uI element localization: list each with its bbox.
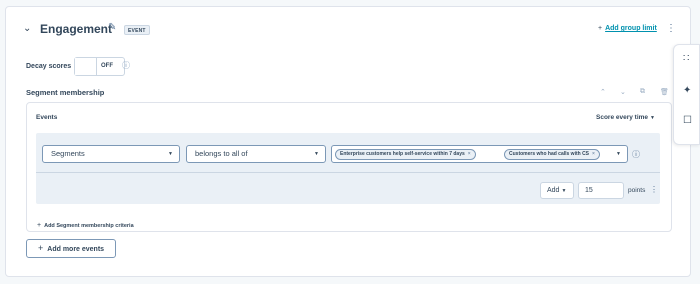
info-icon[interactable]: ⓘ xyxy=(632,149,640,160)
close-icon[interactable]: × xyxy=(592,151,595,157)
segments-select[interactable]: Segments ▼ xyxy=(42,145,180,163)
close-icon[interactable]: × xyxy=(468,151,471,157)
criteria-row: Segments ▼ belongs to all of ▼ Enterpris… xyxy=(36,133,660,204)
toggle-knob xyxy=(75,58,97,75)
score-every-dropdown[interactable]: Score every time ▼ xyxy=(596,114,655,121)
decay-scores-label: Decay scores xyxy=(26,63,72,70)
points-input[interactable] xyxy=(578,182,624,199)
segments-select-value: Segments xyxy=(51,149,85,158)
add-more-events-label: Add more events xyxy=(47,246,105,253)
grid-icon[interactable]: ∷ xyxy=(683,53,689,64)
caret-down-icon: ▼ xyxy=(168,151,173,157)
add-criteria-link[interactable]: + Add Segment membership criteria xyxy=(37,222,134,229)
chevron-up-icon[interactable]: ⌃ xyxy=(600,88,606,96)
chevron-down-icon[interactable]: ⌄ xyxy=(23,23,31,34)
segment-chip: Customers who had calls with CS × xyxy=(504,149,600,160)
plus-icon: + xyxy=(37,222,42,229)
add-group-limit-link[interactable]: + Add group limit xyxy=(598,25,657,32)
criteria-divider xyxy=(36,172,660,173)
toggle-state: OFF xyxy=(101,63,113,69)
caret-down-icon: ▼ xyxy=(561,188,567,194)
caret-down-icon: ▼ xyxy=(650,115,655,121)
segment-membership-title: Segment membership xyxy=(26,88,105,97)
caret-down-icon: ▼ xyxy=(314,151,319,157)
events-box: Events Score every time ▼ Segments ▼ belo… xyxy=(26,102,672,232)
events-label: Events xyxy=(36,114,58,121)
scoring-group-card: ⌄ Engagement ✎ EVENT + Add group limit ⋮ … xyxy=(5,6,691,277)
score-every-label: Score every time xyxy=(596,114,649,121)
event-tag: EVENT xyxy=(124,25,150,35)
add-criteria-label: Add Segment membership criteria xyxy=(44,223,134,229)
feedback-icon[interactable]: ☐ xyxy=(683,115,692,126)
add-points-dropdown[interactable]: Add ▼ xyxy=(540,182,574,199)
points-label: points xyxy=(628,187,646,194)
add-more-events-button[interactable]: + Add more events xyxy=(26,239,116,258)
decay-scores-toggle[interactable]: OFF xyxy=(74,57,125,76)
add-group-limit-label: Add group limit xyxy=(605,25,657,32)
group-header: ⌄ Engagement ✎ EVENT + Add group limit ⋮ xyxy=(6,7,692,51)
segment-chip: Enterprise customers help self-service w… xyxy=(335,149,476,160)
operator-select-value: belongs to all of xyxy=(195,149,248,158)
segment-chip-label: Customers who had calls with CS xyxy=(509,151,590,157)
chevron-down-icon[interactable]: ⌄ xyxy=(620,88,626,96)
segment-chip-label: Enterprise customers help self-service w… xyxy=(340,151,465,157)
side-rail: ∷ ✦ ☐ xyxy=(673,44,700,145)
sparkle-icon[interactable]: ✦ xyxy=(683,85,691,96)
segments-multiselect[interactable]: Enterprise customers help self-service w… xyxy=(331,145,628,163)
plus-icon: + xyxy=(598,25,603,32)
info-icon[interactable]: ⓘ xyxy=(122,60,130,71)
pencil-icon[interactable]: ✎ xyxy=(108,22,116,33)
trash-icon[interactable]: 🗑 xyxy=(660,88,669,96)
kebab-icon[interactable]: ⋮ xyxy=(650,185,658,194)
copy-icon[interactable]: ⧉ xyxy=(640,88,645,96)
group-title: Engagement xyxy=(40,22,113,36)
kebab-icon[interactable]: ⋮ xyxy=(666,23,676,34)
plus-icon: + xyxy=(38,243,44,253)
add-points-label: Add xyxy=(547,187,560,194)
caret-down-icon: ▼ xyxy=(616,151,621,157)
operator-select[interactable]: belongs to all of ▼ xyxy=(186,145,326,163)
